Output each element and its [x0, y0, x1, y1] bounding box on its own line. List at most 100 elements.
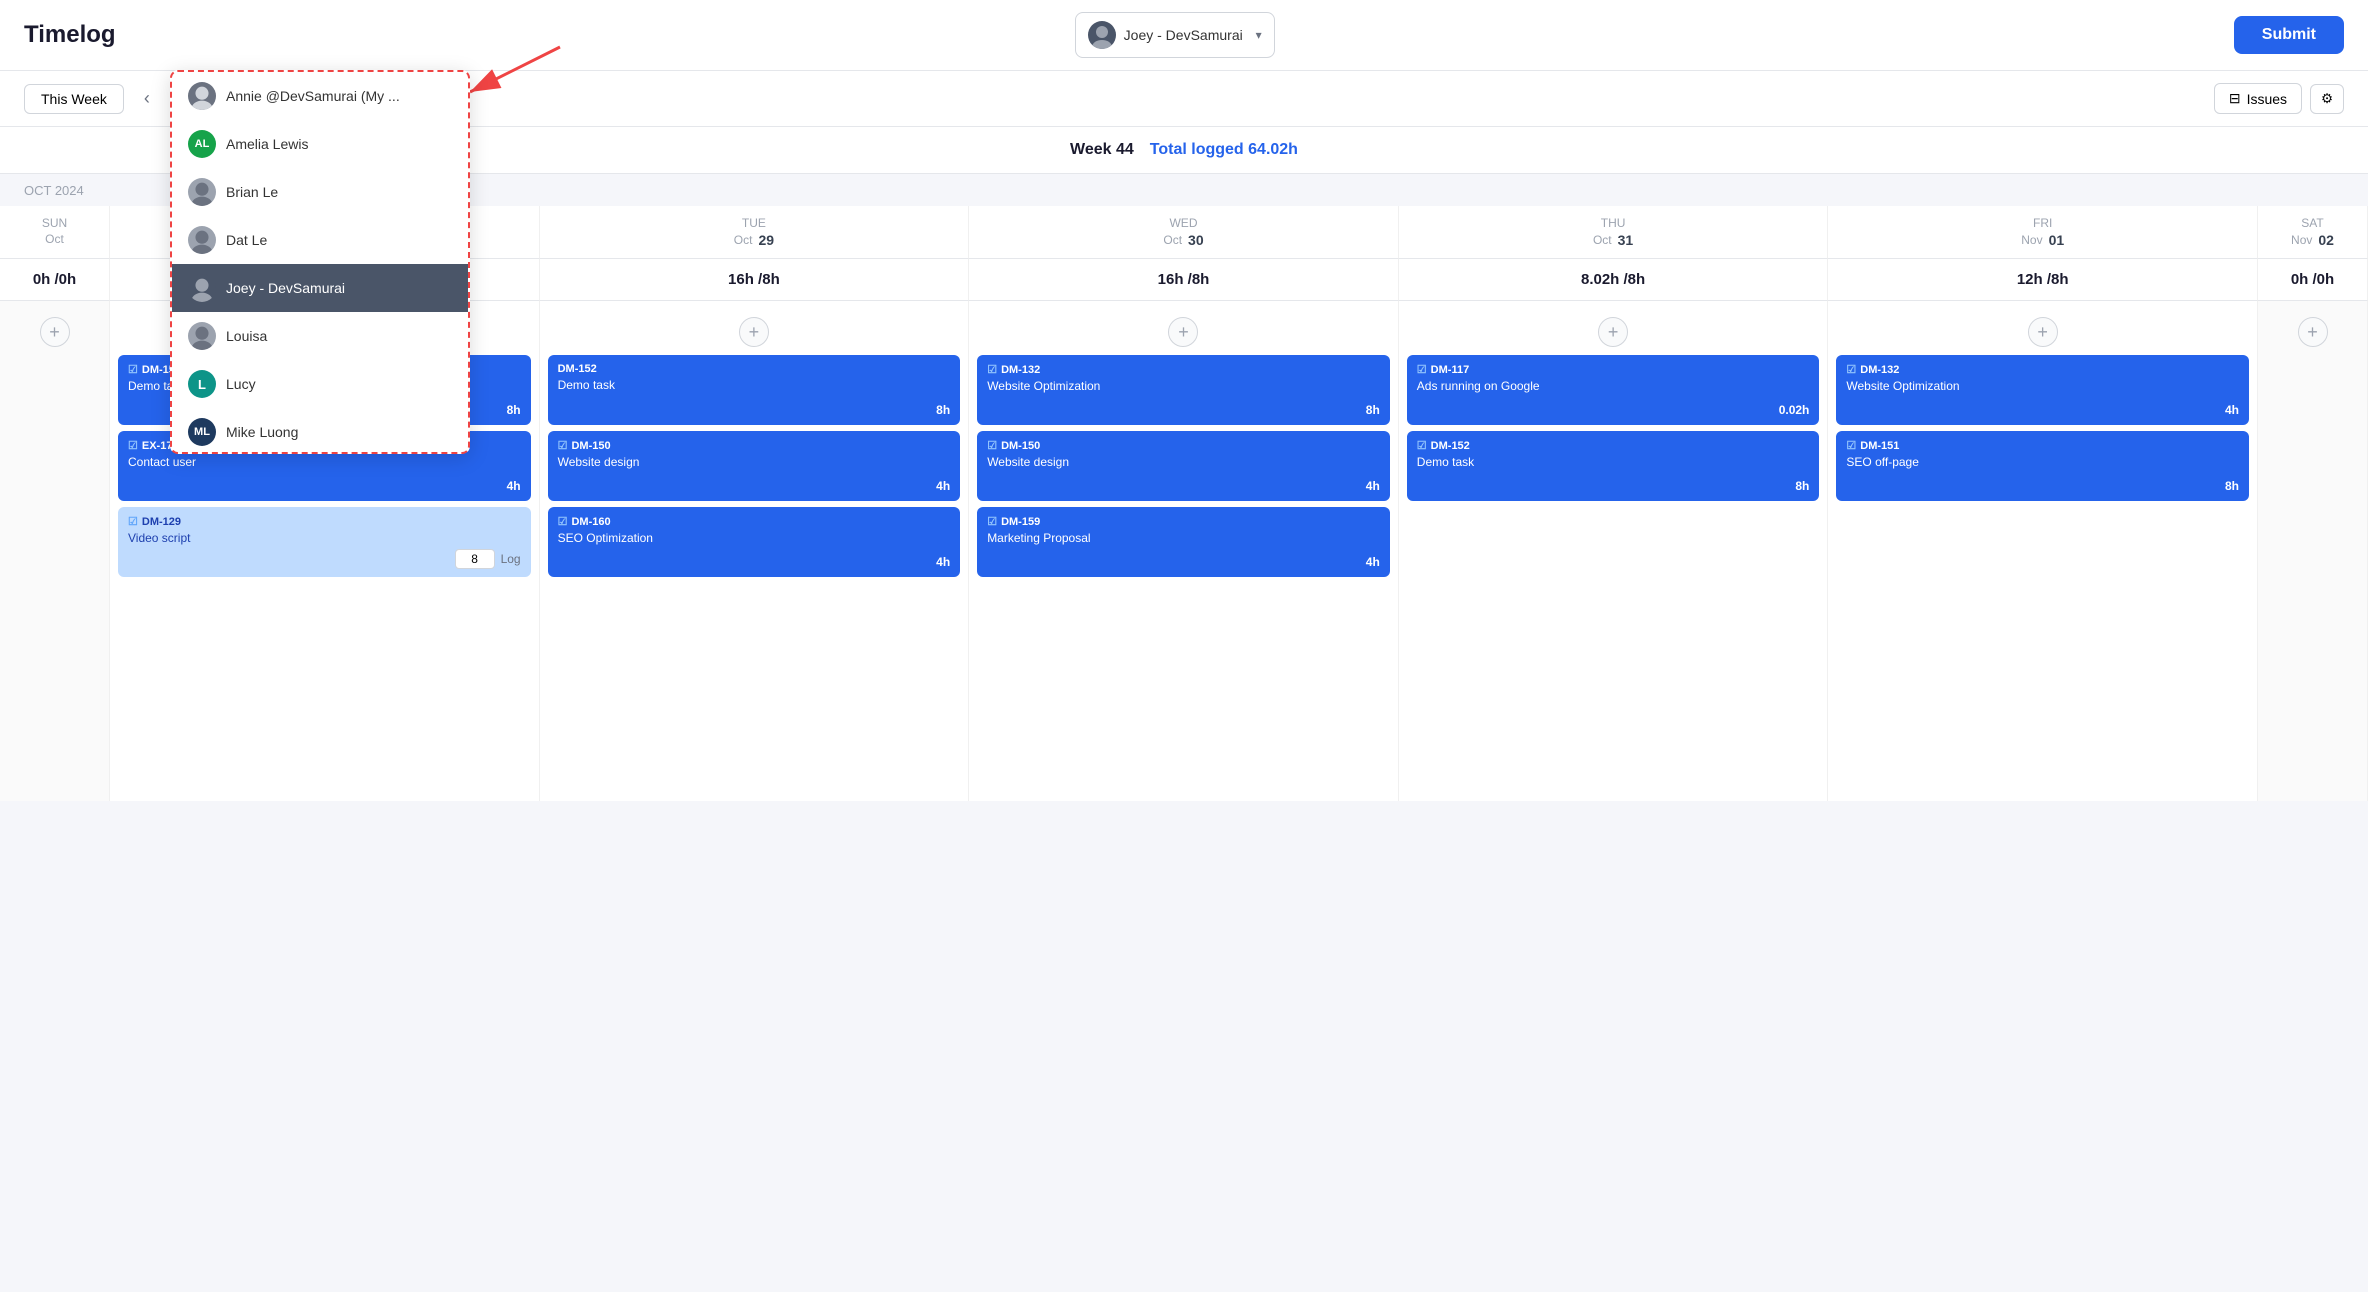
task-check-icon: ☑ [128, 439, 138, 452]
dropdown-item-dat[interactable]: Dat Le [172, 216, 468, 264]
this-week-button[interactable]: This Week [24, 84, 124, 114]
task-check-icon: ☑ [987, 439, 997, 452]
dropdown-item-amelia[interactable]: AL Amelia Lewis [172, 120, 468, 168]
hours-sun: 0h /0h [0, 259, 110, 301]
day-header-wed: Wed Oct 30 [969, 206, 1399, 259]
log-button[interactable]: Log [501, 552, 521, 566]
user-selector-button[interactable]: Joey - DevSamurai ▾ [1075, 12, 1275, 58]
day-column-fri: + ☑ DM-132 Website Optimization 4h ☑ DM-… [1828, 301, 2258, 801]
day-column-sat: + [2258, 301, 2368, 801]
task-card-dm160-tue[interactable]: ☑ DM-160 SEO Optimization 4h [548, 507, 961, 577]
task-name: Website design [558, 455, 951, 479]
task-id-label: DM-150 [571, 440, 610, 452]
add-task-thu[interactable]: + [1598, 317, 1628, 347]
dropdown-item-louisa-label: Louisa [226, 328, 267, 344]
hours-tue: 16h /8h [540, 259, 970, 301]
selected-user-name: Joey - DevSamurai [1124, 27, 1243, 43]
task-name: SEO off-page [1846, 455, 2239, 479]
task-id-label: DM-117 [1431, 364, 1470, 376]
task-hours: 4h [558, 555, 951, 569]
task-name: Website Optimization [987, 379, 1380, 403]
prev-nav-button[interactable]: ‹ [136, 84, 158, 113]
add-task-fri[interactable]: + [2028, 317, 2058, 347]
task-name: Ads running on Google [1417, 379, 1810, 403]
task-card-dm152-thu[interactable]: ☑ DM-152 Demo task 8h [1407, 431, 1820, 501]
submit-button[interactable]: Submit [2234, 16, 2344, 54]
dropdown-item-annie[interactable]: Annie @DevSamurai (My ... [172, 72, 468, 120]
task-check-icon: ☑ [1417, 363, 1427, 376]
task-check-icon: ☑ [1417, 439, 1427, 452]
task-check-icon: ☑ [1846, 363, 1856, 376]
add-task-tue[interactable]: + [739, 317, 769, 347]
issues-label: Issues [2247, 91, 2287, 107]
dropdown-item-louisa[interactable]: Louisa [172, 312, 468, 360]
task-hours: 4h [987, 555, 1380, 569]
task-card-dm152-tue[interactable]: DM-152 Demo task 8h [548, 355, 961, 425]
lucy-initials: L [198, 377, 206, 392]
day-column-sun: + [0, 301, 110, 801]
add-task-sun[interactable]: + [40, 317, 70, 347]
user-avatar-icon [1088, 21, 1116, 49]
issues-button[interactable]: ⊟ Issues [2214, 83, 2302, 114]
amelia-initials: AL [195, 138, 210, 150]
dropdown-item-joey[interactable]: Joey - DevSamurai [172, 264, 468, 312]
day-column-tue: + DM-152 Demo task 8h ☑ DM-150 Website d… [540, 301, 970, 801]
task-card-dm159-wed[interactable]: ☑ DM-159 Marketing Proposal 4h [977, 507, 1390, 577]
task-card-dm132-fri[interactable]: ☑ DM-132 Website Optimization 4h [1836, 355, 2249, 425]
task-hours: 4h [1846, 403, 2239, 417]
task-id-label: DM-129 [142, 516, 181, 528]
task-name: Video script [128, 531, 521, 545]
day-header-sun: Sun Oct [0, 206, 110, 259]
task-hours: 4h [128, 479, 521, 493]
total-logged: Total logged 64.02h [1150, 141, 1298, 159]
task-hours: 8h [558, 403, 951, 417]
hours-wed: 16h /8h [969, 259, 1399, 301]
task-card-dm151-fri[interactable]: ☑ DM-151 SEO off-page 8h [1836, 431, 2249, 501]
add-task-wed[interactable]: + [1168, 317, 1198, 347]
dropdown-item-mike-label: Mike Luong [226, 424, 298, 440]
task-name: Website design [987, 455, 1380, 479]
task-check-icon: ☑ [558, 515, 568, 528]
dropdown-item-lucy-label: Lucy [226, 376, 256, 392]
dropdown-item-mike[interactable]: ML Mike Luong [172, 408, 468, 452]
task-id-label: EX-17 [142, 440, 173, 452]
task-card-dm132-wed[interactable]: ☑ DM-132 Website Optimization 8h [977, 355, 1390, 425]
task-card-dm150-wed[interactable]: ☑ DM-150 Website design 4h [977, 431, 1390, 501]
task-check-icon: ☑ [1846, 439, 1856, 452]
day-header-thu: Thu Oct 31 [1399, 206, 1829, 259]
task-name: SEO Optimization [558, 531, 951, 555]
task-hours: 4h [558, 479, 951, 493]
task-id-label: DM-132 [1860, 364, 1899, 376]
task-card-dm117-thu[interactable]: ☑ DM-117 Ads running on Google 0.02h [1407, 355, 1820, 425]
hours-fri: 12h /8h [1828, 259, 2258, 301]
task-check-icon: ☑ [558, 439, 568, 452]
task-hours: 8h [1417, 479, 1810, 493]
task-check-icon: ☑ [987, 363, 997, 376]
day-column-wed: + ☑ DM-132 Website Optimization 8h ☑ DM-… [969, 301, 1399, 801]
task-hours: 8h [987, 403, 1380, 417]
dropdown-item-lucy[interactable]: L Lucy [172, 360, 468, 408]
dropdown-item-brian[interactable]: Brian Le [172, 168, 468, 216]
task-id-label: DM-150 [1001, 440, 1040, 452]
task-id-label: DM-132 [1001, 364, 1040, 376]
task-check-icon: ☑ [128, 515, 138, 528]
filter-button[interactable]: ⚙ [2310, 84, 2344, 114]
task-card-dm129-mon[interactable]: ☑ DM-129 Video script Log [118, 507, 531, 577]
add-task-sat[interactable]: + [2298, 317, 2328, 347]
issues-icon: ⊟ [2229, 90, 2241, 107]
task-name: Website Optimization [1846, 379, 2239, 403]
week-number: Week 44 [1070, 141, 1134, 159]
dropdown-item-brian-label: Brian Le [226, 184, 278, 200]
task-id-label: DM-152 [1431, 440, 1470, 452]
task-card-dm150-tue[interactable]: ☑ DM-150 Website design 4h [548, 431, 961, 501]
month-label: OCT 2024 [24, 183, 84, 198]
day-header-sat: Sat Nov 02 [2258, 206, 2368, 259]
task-hours: 0.02h [1417, 403, 1810, 417]
log-hours-input[interactable] [455, 549, 495, 569]
user-selector[interactable]: Joey - DevSamurai ▾ [1075, 12, 1275, 58]
task-id-label: DM-160 [571, 516, 610, 528]
task-id-label: DM-152 [558, 363, 597, 375]
task-id-label: DM-151 [1860, 440, 1899, 452]
task-check-icon: ☑ [128, 363, 138, 376]
hours-sat: 0h /0h [2258, 259, 2368, 301]
